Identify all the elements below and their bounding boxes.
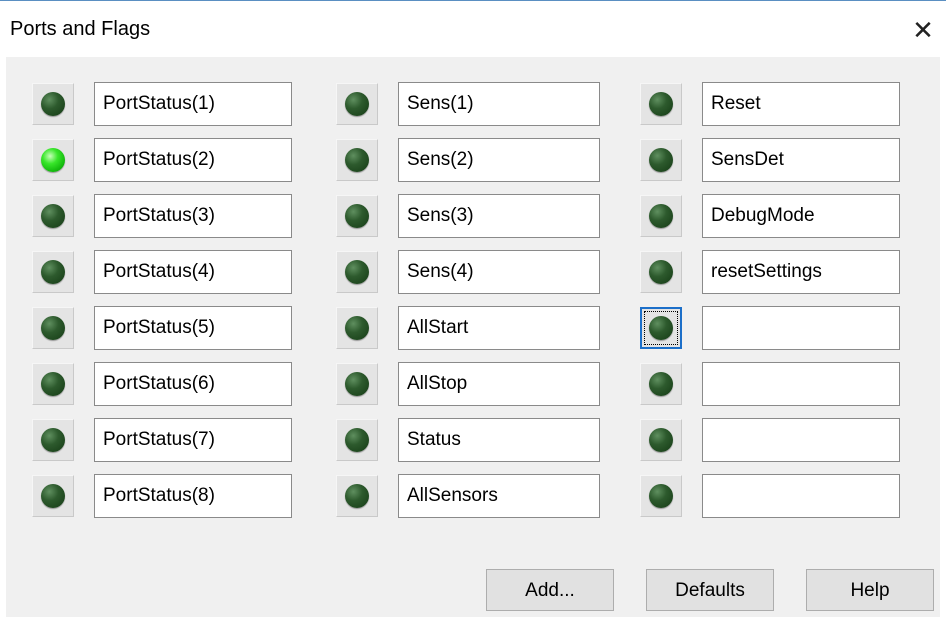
dialog-title: Ports and Flags (10, 18, 151, 40)
led-off-icon (649, 204, 673, 228)
led-button-c2-r3[interactable] (336, 195, 378, 237)
led-off-icon (41, 204, 65, 228)
led-off-icon (41, 484, 65, 508)
led-button-c2-r8[interactable] (336, 475, 378, 517)
led-button-c3-r1[interactable] (640, 83, 682, 125)
led-button-c1-r5[interactable] (32, 307, 74, 349)
led-button-c2-r4[interactable] (336, 251, 378, 293)
flag-name-field-c1-r8[interactable]: PortStatus(8) (94, 474, 292, 518)
flag-name-field-c1-r5[interactable]: PortStatus(5) (94, 306, 292, 350)
led-button-c1-r7[interactable] (32, 419, 74, 461)
flag-name-field-c2-r1[interactable]: Sens(1) (398, 82, 600, 126)
add-button[interactable]: Add... (486, 569, 614, 611)
led-off-icon (345, 260, 369, 284)
led-button-c2-r6[interactable] (336, 363, 378, 405)
flag-name-field-c2-r4[interactable]: Sens(4) (398, 250, 600, 294)
flag-name-field-c1-r4[interactable]: PortStatus(4) (94, 250, 292, 294)
led-off-icon (41, 92, 65, 116)
close-icon[interactable]: ✕ (906, 13, 940, 47)
flag-name-field-c2-r2[interactable]: Sens(2) (398, 138, 600, 182)
flag-name-field-c3-r6[interactable] (702, 362, 900, 406)
ports-and-flags-dialog: Ports and Flags ✕ PortStatus(1) PortStatu… (0, 0, 946, 622)
led-button-c2-r7[interactable] (336, 419, 378, 461)
led-button-c2-r1[interactable] (336, 83, 378, 125)
defaults-button[interactable]: Defaults (646, 569, 774, 611)
led-button-c1-r4[interactable] (32, 251, 74, 293)
help-button[interactable]: Help (806, 569, 934, 611)
flag-name-field-c1-r3[interactable]: PortStatus(3) (94, 194, 292, 238)
led-button-c3-r3[interactable] (640, 195, 682, 237)
led-button-c1-r2[interactable] (32, 139, 74, 181)
led-on-icon (41, 148, 65, 172)
led-off-icon (649, 428, 673, 452)
led-off-icon (649, 260, 673, 284)
dialog-body: PortStatus(1) PortStatus(2) PortStatus(3) P… (6, 57, 940, 617)
led-off-icon (345, 316, 369, 340)
led-button-c3-r8[interactable] (640, 475, 682, 517)
flag-name-field-c2-r8[interactable]: AllSensors (398, 474, 600, 518)
flag-name-field-c2-r7[interactable]: Status (398, 418, 600, 462)
flag-name-field-c3-r2[interactable]: SensDet (702, 138, 900, 182)
flag-name-field-c3-r4[interactable]: resetSettings (702, 250, 900, 294)
led-off-icon (345, 484, 369, 508)
flag-name-field-c3-r5[interactable] (702, 306, 900, 350)
led-off-icon (649, 148, 673, 172)
flag-name-field-c1-r6[interactable]: PortStatus(6) (94, 362, 292, 406)
led-off-icon (41, 372, 65, 396)
led-off-icon (649, 316, 673, 340)
flag-name-field-c3-r1[interactable]: Reset (702, 82, 900, 126)
led-off-icon (345, 204, 369, 228)
led-button-c3-r7[interactable] (640, 419, 682, 461)
led-off-icon (649, 372, 673, 396)
led-off-icon (649, 484, 673, 508)
led-button-c3-r4[interactable] (640, 251, 682, 293)
flag-name-field-c2-r6[interactable]: AllStop (398, 362, 600, 406)
led-off-icon (41, 428, 65, 452)
flag-name-field-c3-r3[interactable]: DebugMode (702, 194, 900, 238)
led-off-icon (41, 316, 65, 340)
led-off-icon (649, 92, 673, 116)
led-off-icon (345, 148, 369, 172)
led-off-icon (41, 260, 65, 284)
led-off-icon (345, 372, 369, 396)
led-button-c2-r5[interactable] (336, 307, 378, 349)
led-button-c1-r8[interactable] (32, 475, 74, 517)
led-off-icon (345, 92, 369, 116)
led-button-c3-r6[interactable] (640, 363, 682, 405)
flag-name-field-c1-r7[interactable]: PortStatus(7) (94, 418, 292, 462)
led-off-icon (345, 428, 369, 452)
led-button-c1-r6[interactable] (32, 363, 74, 405)
flag-name-field-c2-r5[interactable]: AllStart (398, 306, 600, 350)
led-button-c3-r2[interactable] (640, 139, 682, 181)
flag-name-field-c1-r1[interactable]: PortStatus(1) (94, 82, 292, 126)
led-button-c2-r2[interactable] (336, 139, 378, 181)
flag-name-field-c2-r3[interactable]: Sens(3) (398, 194, 600, 238)
led-button-c1-r3[interactable] (32, 195, 74, 237)
flag-name-field-c3-r8[interactable] (702, 474, 900, 518)
flag-name-field-c1-r2[interactable]: PortStatus(2) (94, 138, 292, 182)
title-bar: Ports and Flags ✕ (0, 1, 946, 57)
flag-name-field-c3-r7[interactable] (702, 418, 900, 462)
led-button-c3-r5[interactable] (640, 307, 682, 349)
led-button-c1-r1[interactable] (32, 83, 74, 125)
